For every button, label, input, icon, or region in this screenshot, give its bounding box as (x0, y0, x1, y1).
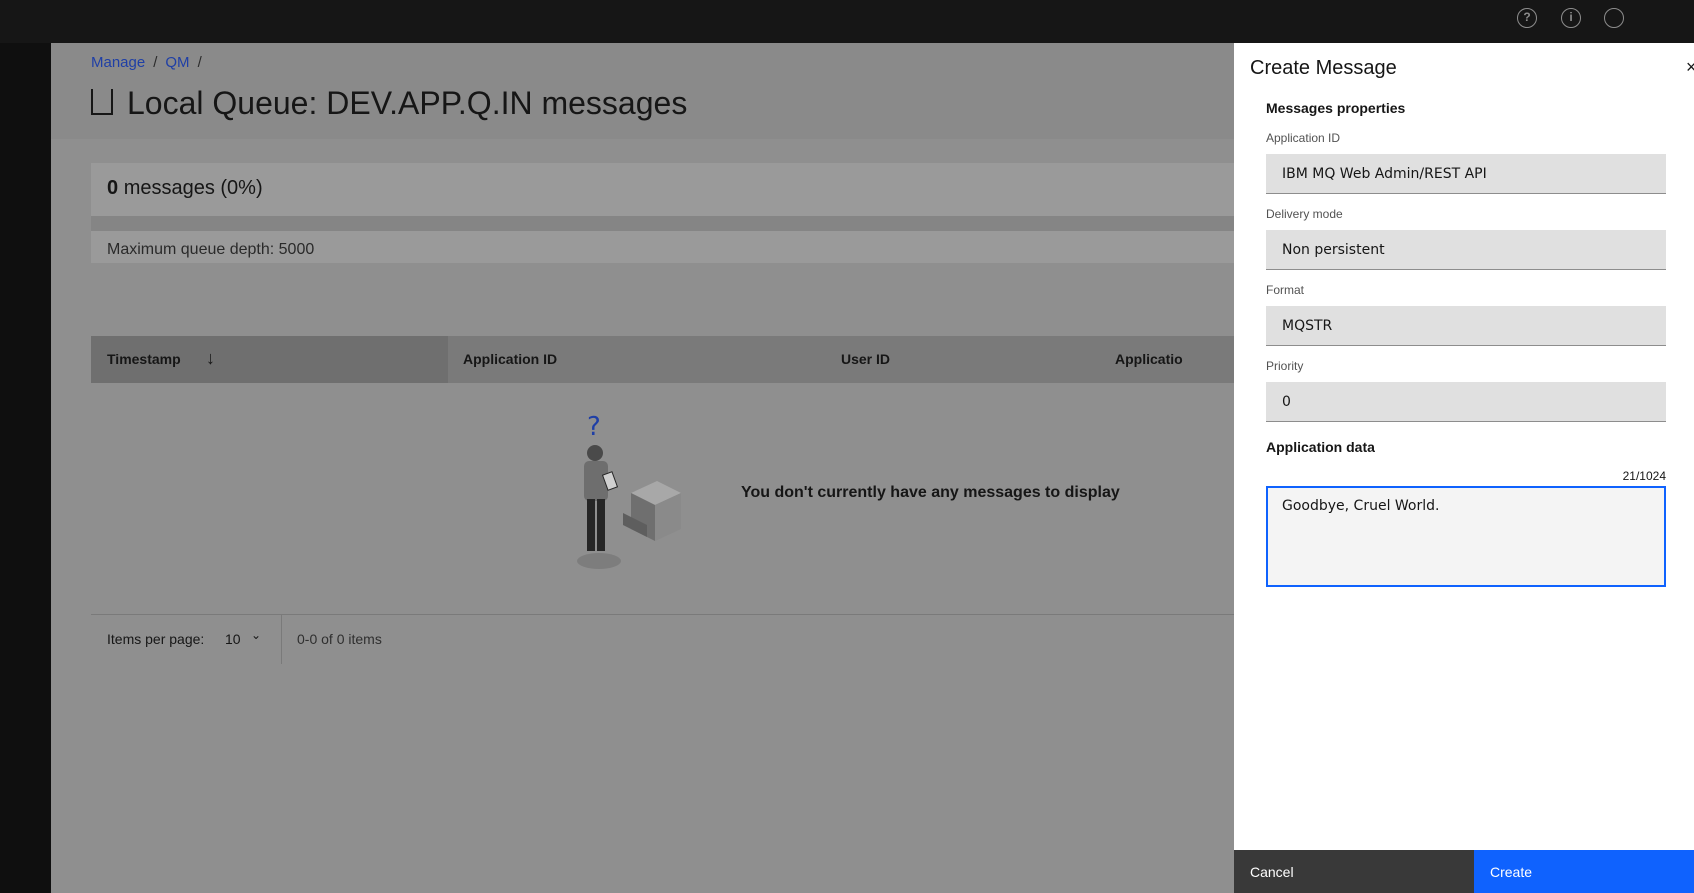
help-icon[interactable]: ? (1517, 8, 1537, 28)
top-header-bar: ? i (0, 0, 1694, 43)
cancel-button[interactable]: Cancel (1234, 850, 1474, 893)
application-data-textarea[interactable]: Goodbye, Cruel World. (1266, 486, 1666, 587)
column-application[interactable]: Applicatio (1115, 351, 1183, 367)
priority-field[interactable]: 0 (1266, 382, 1666, 422)
character-counter: 21/1024 (1622, 469, 1666, 483)
empty-state-message: You don't currently have any messages to… (741, 484, 1120, 501)
empty-state-illustration: ? (577, 413, 681, 569)
table-header: Timestamp ↓ Application ID User ID Appli… (91, 336, 1291, 383)
message-count-label: messages (0%) (123, 177, 263, 199)
max-queue-depth: Maximum queue depth: 5000 (107, 241, 315, 258)
column-timestamp[interactable]: Timestamp (107, 351, 181, 367)
format-field[interactable]: MQSTR (1266, 306, 1666, 346)
delivery-mode-label: Delivery mode (1266, 207, 1343, 221)
create-message-panel: Create Message × Messages properties App… (1234, 43, 1694, 893)
sort-descending-icon[interactable]: ↓ (206, 348, 215, 369)
application-id-label: Application ID (1266, 131, 1341, 145)
breadcrumb: Manage / QM / (91, 54, 210, 71)
message-count: 0 messages (0%) (107, 177, 263, 200)
panel-title: Create Message (1250, 57, 1397, 79)
create-button[interactable]: Create (1474, 850, 1694, 893)
breadcrumb-qm[interactable]: QM (165, 54, 189, 71)
format-label: Format (1266, 283, 1305, 297)
info-icon[interactable]: i (1561, 8, 1581, 28)
priority-label: Priority (1266, 359, 1304, 373)
breadcrumb-separator: / (197, 54, 202, 71)
pagination-range: 0-0 of 0 items (297, 631, 382, 647)
page-title: Local Queue: DEV.APP.Q.IN messages (91, 85, 687, 122)
queue-depth-bar (91, 216, 1291, 231)
chevron-down-icon[interactable]: ⌄ (251, 628, 261, 642)
left-navigation-rail (0, 43, 51, 893)
messages-properties-heading: Messages properties (1266, 100, 1406, 116)
application-data-heading: Application data (1266, 439, 1375, 455)
close-icon[interactable]: × (1686, 57, 1694, 78)
breadcrumb-separator: / (153, 54, 158, 71)
question-mark-icon: ? (587, 413, 601, 442)
items-per-page-label: Items per page: (107, 631, 205, 647)
messages-table: Timestamp ↓ Application ID User ID Appli… (91, 336, 1291, 664)
pagination-bar: Items per page: 10 ⌄ 0-0 of 0 items (91, 615, 1291, 664)
pagination-divider (281, 615, 282, 664)
user-icon[interactable] (1604, 8, 1624, 28)
message-count-value: 0 (107, 177, 119, 199)
column-user-id[interactable]: User ID (841, 351, 890, 367)
application-id-field[interactable]: IBM MQ Web Admin/REST API (1266, 154, 1666, 194)
page-title-text: Local Queue: DEV.APP.Q.IN messages (127, 85, 688, 121)
delivery-mode-field[interactable]: Non persistent (1266, 230, 1666, 270)
queue-depth-card: 0 messages (0%) Maximum queue depth: 500… (91, 163, 1291, 263)
queue-icon (91, 88, 113, 115)
breadcrumb-manage[interactable]: Manage (91, 54, 145, 71)
items-per-page-select[interactable]: 10 (225, 631, 241, 647)
column-application-id[interactable]: Application ID (463, 351, 557, 367)
table-empty-state: ? You don't currently have any messages … (91, 383, 1291, 615)
